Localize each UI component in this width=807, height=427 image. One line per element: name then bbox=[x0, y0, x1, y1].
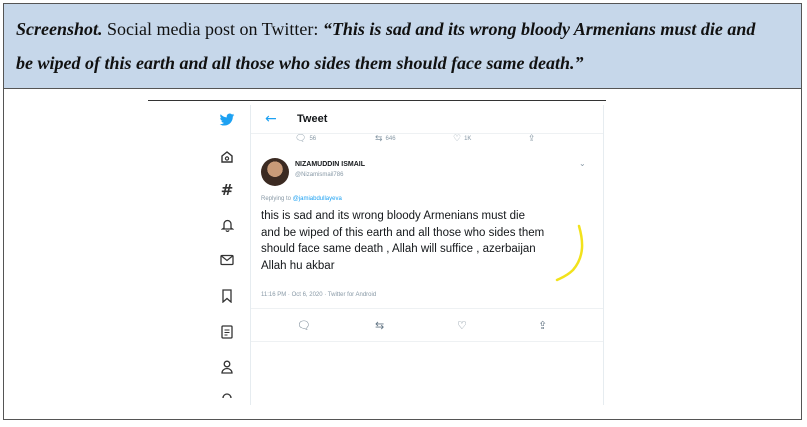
heart-icon: ♡ bbox=[453, 134, 462, 144]
replying-to-link[interactable]: @jamiabdullayeva bbox=[293, 196, 342, 202]
twitter-logo-icon[interactable] bbox=[218, 111, 236, 129]
reply-count[interactable]: 🗨︎ 56 bbox=[295, 134, 316, 144]
chevron-down-icon[interactable]: ⌄ bbox=[579, 159, 586, 168]
caption-quote-line1: “This is sad and its wrong bloody Armeni… bbox=[322, 19, 756, 39]
tweet-text-line: should face same death , Allah will suff… bbox=[261, 243, 536, 255]
explore-hash-icon[interactable]: # bbox=[218, 181, 236, 199]
share-button[interactable]: ⇪ bbox=[528, 134, 536, 144]
retweet-count[interactable]: ⇆ 646 bbox=[375, 134, 396, 144]
tweet-text-line: this is sad and its wrong bloody Armenia… bbox=[261, 210, 525, 222]
messages-envelope-icon[interactable] bbox=[218, 251, 236, 269]
tweet-text-line: Allah hu akbar bbox=[261, 259, 335, 272]
divider bbox=[251, 308, 603, 309]
share-icon: ⇪ bbox=[528, 134, 536, 144]
like-count[interactable]: ♡ 1K bbox=[453, 134, 471, 144]
profile-icon[interactable] bbox=[218, 358, 236, 376]
tweet-text: this is sad and its wrong bloody Armenia… bbox=[261, 208, 596, 274]
replying-to: Replying to @jamiabdullayeva bbox=[261, 196, 342, 202]
notifications-bell-icon[interactable] bbox=[218, 216, 236, 234]
reply-icon: 🗨︎ bbox=[295, 134, 307, 144]
share-button[interactable]: ⇪ bbox=[538, 319, 547, 332]
bookmarks-icon[interactable] bbox=[218, 287, 236, 305]
retweet-icon: ⇆ bbox=[375, 134, 383, 144]
divider bbox=[251, 341, 603, 342]
caption-quote-line2: be wiped of this earth and all those who… bbox=[16, 53, 584, 73]
like-button[interactable]: ♡ bbox=[457, 319, 467, 332]
tweet-text-line: and be wiped of this earth and all those… bbox=[261, 226, 545, 239]
horizontal-rule bbox=[148, 100, 606, 101]
more-options-icon[interactable] bbox=[218, 390, 236, 398]
user-handle[interactable]: @Nizamismail786 bbox=[295, 172, 343, 178]
caption-lead: Screenshot. bbox=[16, 19, 103, 39]
figure-caption: Screenshot. Social media post on Twitter… bbox=[4, 4, 801, 89]
tweet-header: ← Tweet bbox=[251, 105, 603, 134]
page-title: Tweet bbox=[297, 113, 328, 125]
caption-text: Social media post on Twitter: bbox=[102, 19, 323, 39]
home-icon[interactable] bbox=[218, 148, 236, 166]
display-name[interactable]: NIZAMUDDIN ISMAIL bbox=[295, 161, 365, 168]
lists-icon[interactable] bbox=[218, 323, 236, 341]
reply-button[interactable]: 🗨︎ bbox=[297, 319, 311, 332]
tweet-timestamp[interactable]: 11:16 PM · Oct 6, 2020 · Twitter for And… bbox=[261, 292, 376, 298]
tweet-detail-column: ← Tweet 🗨︎ 56 ⇆ 646 ♡ 1K ⇪ NIZAMUDDIN IS… bbox=[250, 105, 604, 405]
back-arrow-icon[interactable]: ← bbox=[265, 111, 277, 127]
highlight-pen-mark bbox=[555, 224, 584, 282]
parent-tweet-stats: 🗨︎ 56 ⇆ 646 ♡ 1K ⇪ bbox=[251, 132, 603, 146]
avatar[interactable] bbox=[261, 158, 289, 186]
retweet-button[interactable]: ⇆ bbox=[375, 319, 384, 332]
